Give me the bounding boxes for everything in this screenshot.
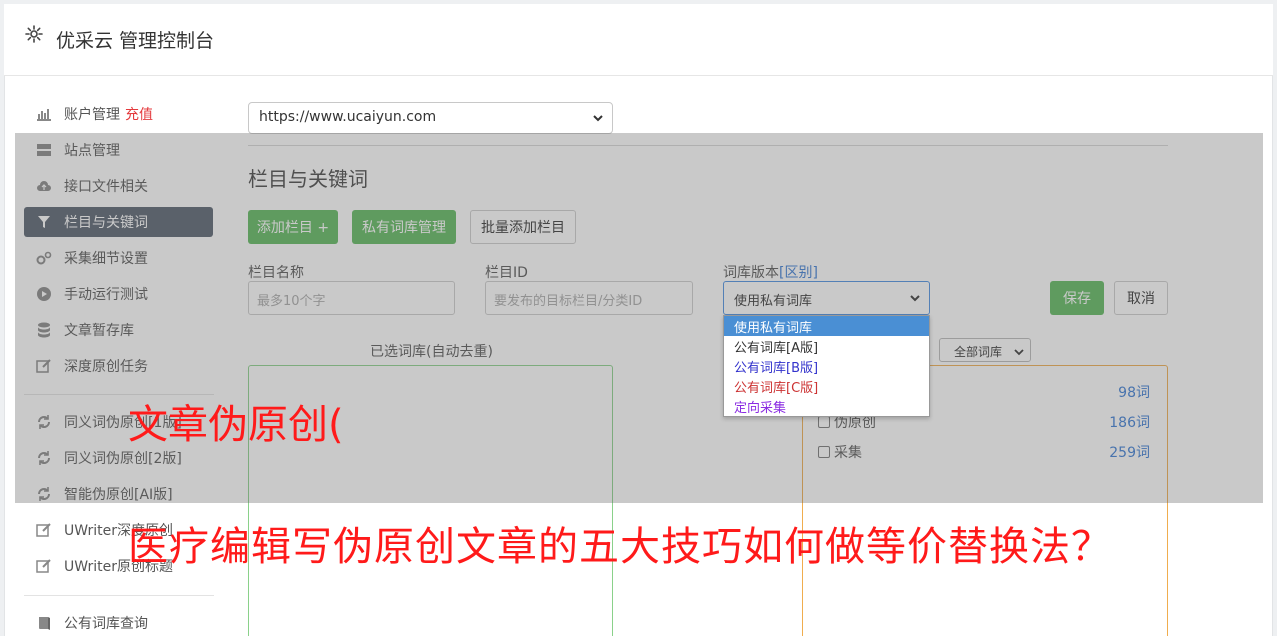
sidebar-item-article-store[interactable]: 文章暂存库 (24, 315, 213, 345)
chevron-down-icon (1014, 346, 1024, 360)
selected-lib-title: 已选词库(自动去重) (370, 344, 493, 360)
sidebar-item-label: 智能伪原创[AI版] (64, 487, 173, 503)
difference-link[interactable]: [区别] (779, 265, 818, 281)
cloud-upload-icon (36, 178, 52, 194)
edit-icon (36, 558, 52, 574)
lib-count: 186词 (1109, 415, 1150, 431)
chevron-down-icon (909, 292, 921, 308)
sidebar-item-manual-run[interactable]: 手动运行测试 (24, 279, 213, 309)
sidebar-item-columns[interactable]: 栏目与关键词 (24, 207, 213, 237)
dropdown-option[interactable]: 使用私有词库 (724, 316, 929, 336)
private-lib-button[interactable]: 私有词库管理 (352, 210, 456, 244)
recharge-link[interactable]: 充值 (125, 104, 153, 124)
all-libs-select[interactable]: 全部词库 (939, 338, 1031, 362)
sidebar-item-label: 接口文件相关 (64, 179, 148, 195)
dropdown-option[interactable]: 定向采集 (724, 396, 929, 416)
sidebar-item-label: 手动运行测试 (64, 287, 148, 303)
sidebar-item-label: 同义词伪原创[2版] (64, 451, 182, 467)
site-select[interactable]: https://www.ucaiyun.com (248, 102, 613, 134)
refresh-icon (36, 450, 52, 466)
app-title: 优采云 管理控制台 (56, 30, 215, 52)
column-name-label: 栏目名称 (248, 265, 304, 281)
dropdown-option[interactable]: 公有词库[C版] (724, 376, 929, 396)
lib-version-select[interactable]: 使用私有词库 (723, 281, 930, 315)
save-button[interactable]: 保存 (1050, 281, 1104, 315)
server-icon (36, 142, 52, 158)
app-header: 优采云 管理控制台 (4, 4, 1273, 76)
batch-add-button[interactable]: 批量添加栏目 (470, 210, 576, 244)
sidebar-item-label: 站点管理 (64, 143, 120, 159)
book-icon (36, 615, 52, 631)
lib-row[interactable]: 采集 259词 (818, 442, 1150, 462)
sidebar-item-deep-original[interactable]: 深度原创任务 (24, 351, 213, 381)
sidebar-divider (24, 595, 214, 596)
column-id-label: 栏目ID (485, 265, 528, 281)
cogs-icon (36, 250, 52, 266)
dropdown-option[interactable]: 公有词库[B版] (724, 356, 929, 376)
sidebar-item-sites[interactable]: 站点管理 (24, 135, 213, 165)
sidebar-item-interface[interactable]: 接口文件相关 (24, 171, 213, 201)
column-id-input[interactable]: 要发布的目标栏目/分类ID (485, 281, 693, 315)
lib-count: 98词 (1118, 385, 1150, 401)
filter-icon (36, 214, 52, 230)
sidebar-item-label: 采集细节设置 (64, 251, 148, 267)
column-name-input[interactable]: 最多10个字 (248, 281, 455, 315)
watermark-text-2: 医疗编辑写伪原创文章的五大技巧如何做等价替换法？ (128, 524, 1112, 570)
edit-icon (36, 358, 52, 374)
sidebar-item-label: 栏目与关键词 (64, 215, 148, 231)
sidebar-item-ai-rewrite[interactable]: 智能伪原创[AI版] (24, 479, 213, 509)
lib-version-label: 词库版本[区别] (723, 262, 818, 282)
sidebar-item-label: 深度原创任务 (64, 359, 148, 375)
cancel-button[interactable]: 取消 (1114, 281, 1168, 315)
gear-icon[interactable] (24, 24, 44, 44)
section-title: 栏目与关键词 (248, 167, 368, 191)
lib-version-value: 使用私有词库 (734, 294, 813, 309)
lib-name: 采集 (834, 445, 862, 461)
sidebar-item-account[interactable]: 账户管理 充值 (24, 99, 213, 129)
add-column-button[interactable]: 添加栏目 + (248, 210, 338, 244)
refresh-icon (36, 486, 52, 502)
sidebar-item-label: 账户管理 (64, 107, 120, 123)
lib-checkbox[interactable] (818, 416, 830, 428)
lib-count: 259词 (1109, 445, 1150, 461)
sidebar-item-public-lib[interactable]: 公有词库查询 (24, 608, 213, 636)
divider (248, 145, 1168, 146)
lib-version-label-text: 词库版本 (723, 265, 779, 281)
sidebar-item-label: 文章暂存库 (64, 323, 134, 339)
site-select-value: https://www.ucaiyun.com (259, 109, 437, 125)
all-libs-select-value: 全部词库 (954, 345, 1003, 359)
database-icon (36, 322, 52, 338)
lib-version-dropdown[interactable]: 使用私有词库 公有词库[A版] 公有词库[B版] 公有词库[C版] 定向采集 (723, 315, 930, 417)
chevron-down-icon (592, 112, 604, 128)
lib-name: 伪原创 (834, 415, 876, 431)
watermark-text-1: 文章伪原创( (128, 402, 344, 448)
sidebar-item-label: 公有词库查询 (64, 616, 148, 632)
dropdown-option[interactable]: 公有词库[A版] (724, 336, 929, 356)
play-icon (36, 286, 52, 302)
sidebar-item-collect-settings[interactable]: 采集细节设置 (24, 243, 213, 273)
bar-chart-icon (36, 106, 52, 122)
refresh-icon (36, 414, 52, 430)
edit-icon (36, 522, 52, 538)
lib-checkbox[interactable] (818, 446, 830, 458)
